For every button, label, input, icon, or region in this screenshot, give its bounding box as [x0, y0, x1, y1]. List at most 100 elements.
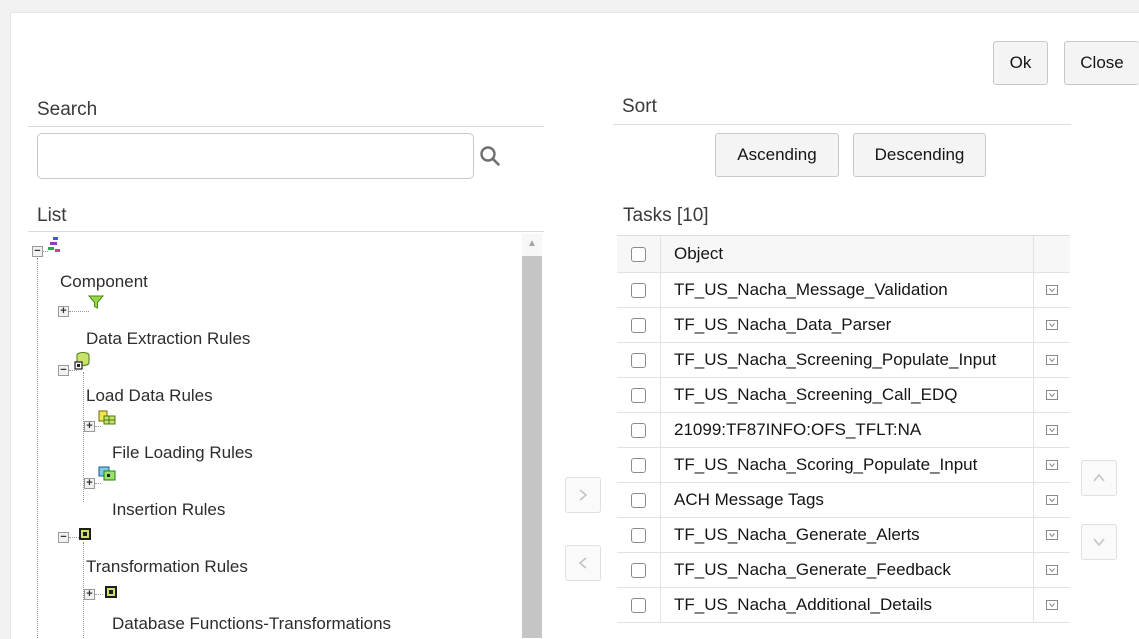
- row-menu-icon[interactable]: [1046, 460, 1058, 470]
- row-checkbox-cell: [617, 518, 661, 552]
- tree-connector: [95, 483, 101, 484]
- move-up-button[interactable]: [1081, 460, 1117, 496]
- table-row[interactable]: ACH Message Tags: [617, 483, 1070, 518]
- transform-icon: [105, 586, 117, 598]
- list-divider: [28, 231, 544, 232]
- row-checkbox-cell: [617, 483, 661, 517]
- tree-node-file-loading-rules[interactable]: File Loading Rules: [112, 443, 253, 463]
- list-title: List: [37, 205, 67, 226]
- row-checkbox-cell: [617, 588, 661, 622]
- tree-node-data-extraction-rules[interactable]: Data Extraction Rules: [86, 329, 250, 349]
- ascending-button[interactable]: Ascending: [715, 133, 839, 177]
- filter-icon: [88, 295, 104, 309]
- tree-connector: [69, 311, 89, 312]
- expand-toggle[interactable]: +: [84, 478, 95, 489]
- move-down-button[interactable]: [1081, 524, 1117, 560]
- row-checkbox[interactable]: [631, 562, 646, 578]
- row-action-cell: [1034, 273, 1070, 307]
- row-checkbox[interactable]: [631, 352, 646, 368]
- sort-title: Sort: [622, 96, 657, 117]
- row-menu-icon[interactable]: [1046, 320, 1058, 330]
- tree-node-db-functions-transformations[interactable]: Database Functions-Transformations: [112, 614, 391, 634]
- add-to-tasks-button[interactable]: [565, 477, 601, 513]
- row-checkbox[interactable]: [631, 457, 646, 473]
- table-row[interactable]: TF_US_Nacha_Message_Validation: [617, 273, 1070, 308]
- scroll-up-arrow-icon[interactable]: ▲: [525, 238, 539, 250]
- row-action-cell: [1034, 308, 1070, 342]
- search-input[interactable]: [37, 133, 474, 179]
- row-checkbox-cell: [617, 308, 661, 342]
- tree-node-component[interactable]: Component: [60, 272, 148, 292]
- table-row[interactable]: 21099:TF87INFO:OFS_TFLT:NA: [617, 413, 1070, 448]
- row-checkbox[interactable]: [631, 597, 646, 613]
- tree-connector: [37, 258, 38, 638]
- table-row[interactable]: TF_US_Nacha_Additional_Details: [617, 588, 1070, 623]
- row-action-cell: [1034, 448, 1070, 482]
- row-checkbox[interactable]: [631, 422, 646, 438]
- tree-node-insertion-rules[interactable]: Insertion Rules: [112, 500, 225, 520]
- expand-toggle[interactable]: +: [84, 421, 95, 432]
- row-menu-icon[interactable]: [1046, 390, 1058, 400]
- row-checkbox[interactable]: [631, 317, 646, 333]
- database-icon: [74, 352, 90, 370]
- tree-scrollbar-thumb[interactable]: [522, 256, 542, 638]
- tree-connector: [95, 426, 101, 427]
- tasks-table-body: TF_US_Nacha_Message_Validation TF_US_Nach…: [617, 273, 1070, 623]
- chevron-down-icon: [1093, 538, 1105, 547]
- sort-divider: [613, 124, 1071, 125]
- expand-toggle[interactable]: +: [58, 306, 69, 317]
- table-row[interactable]: TF_US_Nacha_Data_Parser: [617, 308, 1070, 343]
- row-checkbox-cell: [617, 343, 661, 377]
- column-header-object: Object: [661, 236, 1034, 272]
- row-action-cell: [1034, 588, 1070, 622]
- file-table-icon: [98, 410, 116, 425]
- row-checkbox[interactable]: [631, 282, 646, 298]
- row-menu-icon[interactable]: [1046, 355, 1058, 365]
- tree-node-load-data-rules[interactable]: Load Data Rules: [86, 386, 213, 406]
- remove-from-tasks-button[interactable]: [565, 545, 601, 581]
- row-menu-icon[interactable]: [1046, 425, 1058, 435]
- row-action-cell: [1034, 343, 1070, 377]
- collapse-toggle[interactable]: −: [32, 246, 43, 257]
- chevron-right-icon: [579, 489, 588, 501]
- search-divider: [28, 126, 544, 127]
- transform-icon: [79, 528, 91, 540]
- table-header-row: Object: [617, 236, 1070, 273]
- row-checkbox-cell: [617, 413, 661, 447]
- row-checkbox[interactable]: [631, 387, 646, 403]
- row-checkbox[interactable]: [631, 492, 646, 508]
- row-menu-icon[interactable]: [1046, 495, 1058, 505]
- descending-button[interactable]: Descending: [853, 133, 986, 177]
- table-row[interactable]: TF_US_Nacha_Screening_Populate_Input: [617, 343, 1070, 378]
- table-row[interactable]: TF_US_Nacha_Screening_Call_EDQ: [617, 378, 1070, 413]
- close-button[interactable]: Close: [1064, 41, 1139, 85]
- tasks-title: Tasks [10]: [623, 205, 709, 226]
- row-menu-icon[interactable]: [1046, 530, 1058, 540]
- table-row[interactable]: TF_US_Nacha_Generate_Feedback: [617, 553, 1070, 588]
- row-menu-icon[interactable]: [1046, 565, 1058, 575]
- table-row[interactable]: TF_US_Nacha_Generate_Alerts: [617, 518, 1070, 553]
- row-object-name: TF_US_Nacha_Generate_Alerts: [661, 518, 1034, 552]
- collapse-toggle[interactable]: −: [58, 532, 69, 543]
- row-object-name: TF_US_Nacha_Scoring_Populate_Input: [661, 448, 1034, 482]
- tree-connector: [95, 594, 103, 595]
- row-object-name: 21099:TF87INFO:OFS_TFLT:NA: [661, 413, 1034, 447]
- select-all-cell: [617, 236, 661, 272]
- search-icon[interactable]: [478, 144, 502, 168]
- row-object-name: TF_US_Nacha_Data_Parser: [661, 308, 1034, 342]
- row-object-name: TF_US_Nacha_Screening_Populate_Input: [661, 343, 1034, 377]
- row-checkbox[interactable]: [631, 527, 646, 543]
- tree-node-transformation-rules[interactable]: Transformation Rules: [86, 557, 248, 577]
- ok-button[interactable]: Ok: [993, 41, 1048, 85]
- row-object-name: ACH Message Tags: [661, 483, 1034, 517]
- expand-toggle[interactable]: +: [84, 589, 95, 600]
- row-checkbox-cell: [617, 553, 661, 587]
- row-menu-icon[interactable]: [1046, 600, 1058, 610]
- row-menu-icon[interactable]: [1046, 285, 1058, 295]
- select-all-checkbox[interactable]: [631, 246, 646, 262]
- row-object-name: TF_US_Nacha_Generate_Feedback: [661, 553, 1034, 587]
- collapse-toggle[interactable]: −: [58, 365, 69, 376]
- component-tree[interactable]: − Component + Data Extraction Rules − Lo…: [28, 234, 542, 638]
- insert-icon: [98, 466, 116, 481]
- table-row[interactable]: TF_US_Nacha_Scoring_Populate_Input: [617, 448, 1070, 483]
